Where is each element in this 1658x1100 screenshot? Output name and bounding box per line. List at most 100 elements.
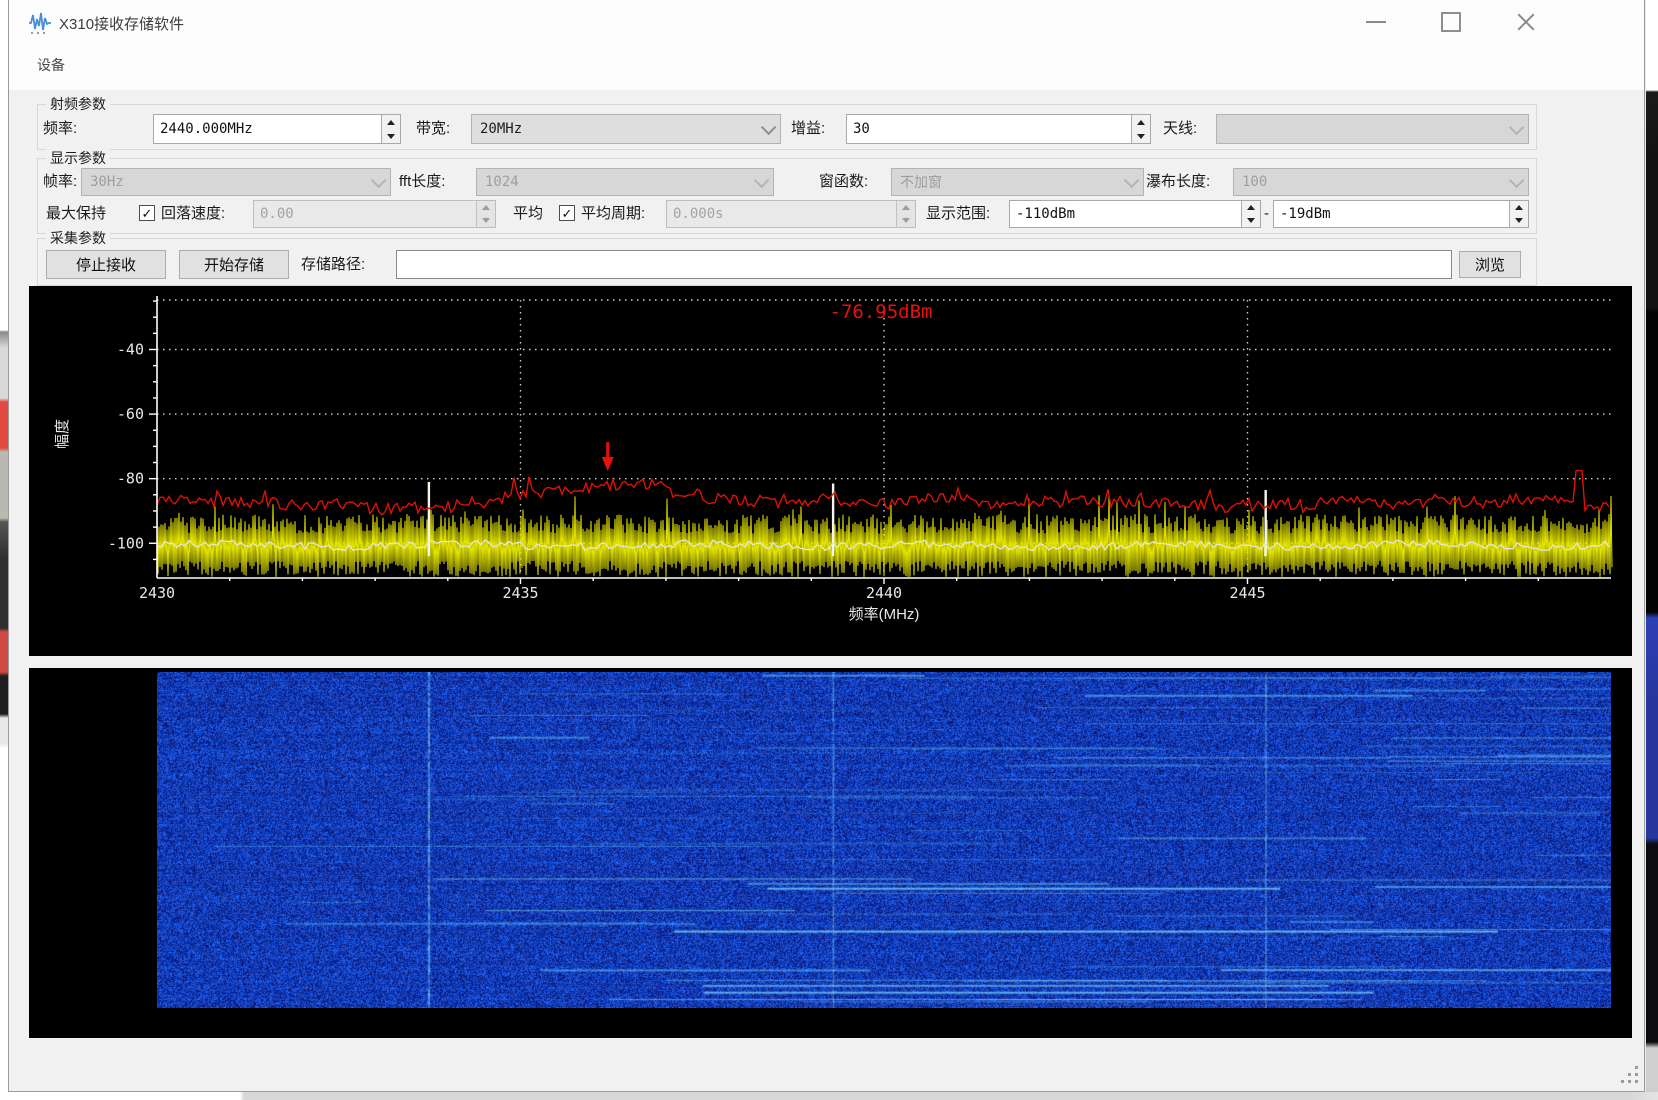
average-period-checkbox[interactable]: ✓ bbox=[559, 205, 575, 221]
average-label: 平均 bbox=[513, 200, 543, 228]
display-range-max-spinbox[interactable] bbox=[1273, 200, 1529, 228]
waterfall-display bbox=[157, 672, 1611, 1008]
fft-length-value: 1024 bbox=[485, 174, 519, 190]
svg-text:2430: 2430 bbox=[139, 584, 175, 602]
gain-spinbox[interactable] bbox=[846, 114, 1151, 144]
frequency-spin-arrows[interactable] bbox=[381, 115, 400, 143]
display-range-separator: - bbox=[1264, 200, 1269, 228]
chevron-down-icon bbox=[1124, 172, 1140, 188]
spectrum-plot[interactable]: -40-60-80-1002430243524402445频率(MHz)幅度-7… bbox=[29, 286, 1632, 656]
antenna-label: 天线: bbox=[1163, 114, 1197, 144]
gain-label: 增益: bbox=[791, 114, 825, 144]
window-fn-combobox: 不加窗 bbox=[891, 168, 1144, 196]
waterfall-length-combobox: 100 bbox=[1233, 168, 1529, 196]
svg-text:2440: 2440 bbox=[866, 584, 902, 602]
display-range-min-spin-arrows[interactable] bbox=[1241, 201, 1260, 227]
fall-speed-label: 回落速度: bbox=[161, 200, 225, 228]
window-fn-value: 不加窗 bbox=[900, 172, 942, 192]
frequency-input[interactable] bbox=[154, 115, 381, 143]
average-period-label: 平均周期: bbox=[581, 200, 645, 228]
chevron-down-icon bbox=[371, 172, 387, 188]
spin-down-icon bbox=[387, 134, 395, 139]
spectrum-panel[interactable]: -40-60-80-1002430243524402445频率(MHz)幅度-7… bbox=[29, 286, 1632, 656]
desktop-background-left bbox=[0, 0, 8, 1100]
browse-button[interactable]: 浏览 bbox=[1459, 251, 1521, 278]
maximize-icon bbox=[1441, 12, 1461, 32]
frame-rate-label: 帧率: bbox=[43, 168, 77, 196]
spin-down-icon bbox=[482, 218, 490, 223]
frequency-spinbox[interactable] bbox=[153, 114, 401, 144]
svg-text:频率(MHz): 频率(MHz) bbox=[849, 606, 920, 623]
average-period-input bbox=[667, 201, 896, 227]
max-hold-label: 最大保持 bbox=[46, 200, 106, 228]
svg-text:-40: -40 bbox=[117, 341, 144, 359]
spin-up-icon bbox=[387, 120, 395, 125]
display-range-label: 显示范围: bbox=[926, 200, 990, 228]
chevron-down-icon bbox=[754, 172, 770, 188]
maximize-button[interactable] bbox=[1416, 0, 1486, 44]
desktop-background-bottom bbox=[0, 1092, 1658, 1100]
capture-params-legend: 采集参数 bbox=[46, 229, 110, 247]
spin-down-icon bbox=[1137, 134, 1145, 139]
close-icon bbox=[1516, 12, 1536, 32]
svg-text:2435: 2435 bbox=[502, 584, 538, 602]
spin-down-icon bbox=[1247, 218, 1255, 223]
chevron-down-icon bbox=[761, 119, 777, 135]
store-path-label: 存储路径: bbox=[301, 250, 365, 279]
store-path-field[interactable] bbox=[396, 250, 1452, 279]
spin-up-icon bbox=[1515, 205, 1523, 210]
display-params-legend: 显示参数 bbox=[46, 149, 110, 167]
app-window: X310接收存储软件 设备 射频参数 频率: 带宽: 20MHz 增益: bbox=[8, 0, 1645, 1092]
fall-speed-spinbox bbox=[253, 200, 496, 228]
display-range-max-spin-arrows[interactable] bbox=[1509, 201, 1528, 227]
fall-speed-spin-arrows bbox=[476, 201, 495, 227]
chevron-down-icon bbox=[1509, 172, 1525, 188]
spin-up-icon bbox=[1137, 120, 1145, 125]
spin-up-icon bbox=[1247, 205, 1255, 210]
minimize-button[interactable] bbox=[1341, 0, 1411, 44]
frequency-label: 频率: bbox=[43, 114, 77, 144]
frame-rate-value: 30Hz bbox=[90, 174, 124, 190]
waterfall-length-label: 瀑布长度: bbox=[1146, 168, 1210, 196]
desktop-background-right bbox=[1646, 0, 1658, 1100]
waterfall-length-value: 100 bbox=[1242, 174, 1267, 190]
display-range-min-spinbox[interactable] bbox=[1009, 200, 1261, 228]
spin-up-icon bbox=[482, 205, 490, 210]
average-period-spin-arrows bbox=[896, 201, 915, 227]
svg-text:-80: -80 bbox=[117, 470, 144, 488]
frame-rate-combobox: 30Hz bbox=[81, 168, 391, 196]
window-fn-label: 窗函数: bbox=[819, 168, 868, 196]
display-range-max-input[interactable] bbox=[1274, 201, 1509, 227]
chevron-down-icon bbox=[1509, 119, 1525, 135]
menu-item-device[interactable]: 设备 bbox=[31, 53, 71, 77]
rf-params-legend: 射频参数 bbox=[46, 95, 110, 113]
app-waveform-icon bbox=[27, 10, 53, 36]
fft-length-label: fft长度: bbox=[399, 168, 445, 196]
svg-text:-100: -100 bbox=[108, 534, 144, 552]
gain-input[interactable] bbox=[847, 115, 1131, 143]
gain-spin-arrows[interactable] bbox=[1131, 115, 1150, 143]
waterfall-panel bbox=[29, 668, 1632, 1038]
start-store-button[interactable]: 开始存储 bbox=[179, 250, 289, 279]
fall-speed-checkbox[interactable]: ✓ bbox=[139, 205, 155, 221]
svg-text:-76.95dBm: -76.95dBm bbox=[830, 301, 933, 323]
display-range-min-input[interactable] bbox=[1010, 201, 1241, 227]
spin-down-icon bbox=[902, 218, 910, 223]
close-button[interactable] bbox=[1491, 0, 1561, 44]
title-bar: X310接收存储软件 设备 bbox=[9, 0, 1644, 90]
stop-receive-button[interactable]: 停止接收 bbox=[46, 250, 166, 279]
spin-up-icon bbox=[902, 205, 910, 210]
resize-grip-icon[interactable] bbox=[1620, 1065, 1638, 1083]
window-title: X310接收存储软件 bbox=[59, 13, 184, 34]
minimize-icon bbox=[1366, 21, 1386, 23]
bandwidth-value: 20MHz bbox=[480, 121, 522, 137]
svg-text:2445: 2445 bbox=[1229, 584, 1265, 602]
fft-length-combobox: 1024 bbox=[476, 168, 774, 196]
spin-down-icon bbox=[1515, 218, 1523, 223]
bandwidth-combobox[interactable]: 20MHz bbox=[471, 114, 781, 144]
svg-text:幅度: 幅度 bbox=[54, 419, 71, 449]
store-path-input[interactable] bbox=[397, 251, 1451, 278]
fall-speed-input bbox=[254, 201, 476, 227]
bandwidth-label: 带宽: bbox=[416, 114, 450, 144]
average-period-spinbox bbox=[666, 200, 916, 228]
